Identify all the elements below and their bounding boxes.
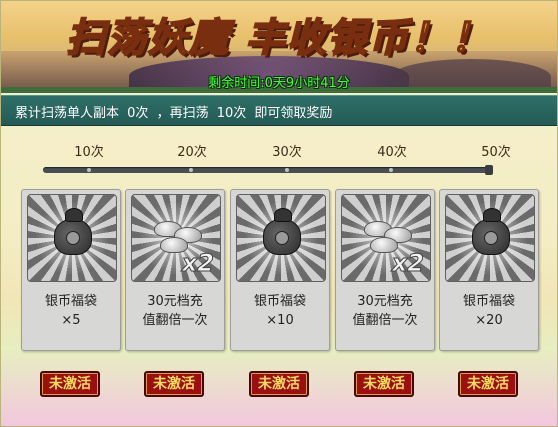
status-badge-inactive: 未激活 (354, 371, 414, 397)
milestone-dot (189, 168, 193, 172)
status-badge-inactive: 未激活 (249, 371, 309, 397)
reward-icon-frame (445, 194, 535, 282)
reward-card[interactable]: 银币福袋 ×5 (21, 189, 121, 351)
reward-amount: ×20 (475, 313, 503, 328)
multiplier-badge: x2 (181, 249, 214, 278)
reward-amount: 值翻倍一次 (142, 313, 208, 328)
milestone-label: 20次 (177, 145, 207, 160)
reward-amount: 值翻倍一次 (352, 313, 418, 328)
countdown-timer: 剩余时间:0天9小时41分 (208, 76, 350, 91)
milestone-dot (87, 168, 91, 172)
reward-label: 银币福袋 ×10 (231, 292, 329, 330)
info-prefix: 累计扫荡单人副本 (15, 106, 120, 121)
info-mid: ，再扫荡 (156, 106, 209, 121)
reward-name: 30元档充 (147, 294, 203, 309)
status-badge-inactive: 未激活 (144, 371, 204, 397)
info-done-count: 0次 (127, 106, 149, 121)
coin-bag-icon (54, 208, 92, 255)
reward-label: 银币福袋 ×20 (440, 292, 538, 330)
info-suffix: 即可领取奖励 (254, 106, 333, 121)
reward-icon-frame (27, 194, 117, 282)
reward-icon-frame (236, 194, 326, 282)
milestone-dot (285, 168, 289, 172)
progress-info-strip: 累计扫荡单人副本 0次 ，再扫荡 10次 即可领取奖励 (1, 95, 557, 126)
reward-icon-frame: x2 (341, 194, 431, 282)
info-remain-count: 10次 (216, 106, 247, 121)
status-badge-inactive: 未激活 (458, 371, 518, 397)
reward-card[interactable]: 银币福袋 ×10 (230, 189, 330, 351)
reward-label: 30元档充 值翻倍一次 (336, 292, 434, 330)
reward-amount: ×5 (61, 313, 81, 328)
reward-name: 银币福袋 (462, 294, 515, 309)
coin-bag-icon (263, 208, 301, 255)
event-title: 扫荡妖魔 丰收银币！！ (65, 15, 492, 62)
reward-name: 30元档充 (357, 294, 413, 309)
event-banner: 扫荡妖魔 丰收银币！！ 剩余时间:0天9小时41分 (1, 1, 557, 93)
reward-icon-frame: x2 (131, 194, 221, 282)
reward-name: 银币福袋 (44, 294, 97, 309)
reward-name: 银币福袋 (253, 294, 306, 309)
progress-info-text: 累计扫荡单人副本 0次 ，再扫荡 10次 即可领取奖励 (15, 102, 332, 121)
reward-label: 银币福袋 ×5 (22, 292, 120, 330)
milestone-label: 50次 (481, 145, 511, 160)
progress-bar (43, 165, 493, 175)
status-badge-inactive: 未激活 (40, 371, 100, 397)
milestone-label: 10次 (74, 145, 104, 160)
reward-amount: ×10 (266, 313, 294, 328)
reward-label: 30元档充 值翻倍一次 (126, 292, 224, 330)
event-panel: 扫荡妖魔 丰收银币！！ 剩余时间:0天9小时41分 累计扫荡单人副本 0次 ，再… (0, 0, 558, 427)
milestone-dot (389, 168, 393, 172)
milestone-label: 40次 (377, 145, 407, 160)
reward-card[interactable]: x2 30元档充 值翻倍一次 (335, 189, 435, 351)
reward-card[interactable]: x2 30元档充 值翻倍一次 (125, 189, 225, 351)
coin-bag-icon (472, 208, 510, 255)
milestone-labels: 10次 20次 30次 40次 50次 (1, 141, 557, 161)
reward-card[interactable]: 银币福袋 ×20 (439, 189, 539, 351)
progress-bar-end (485, 165, 493, 175)
milestone-label: 30次 (272, 145, 302, 160)
multiplier-badge: x2 (391, 249, 424, 278)
